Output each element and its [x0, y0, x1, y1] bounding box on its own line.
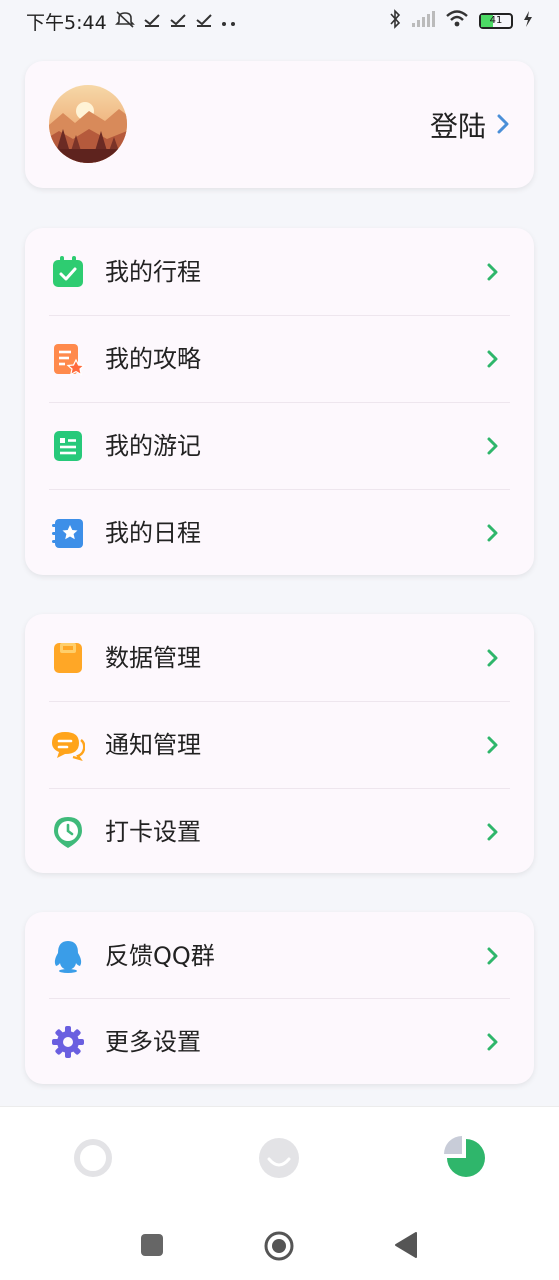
menu-item-label: 我的游记: [105, 432, 201, 460]
menu-item-label: 我的攻略: [105, 345, 201, 373]
notification-icon: [51, 728, 86, 762]
menu-item-label: 通知管理: [105, 731, 201, 759]
guide-star-icon: [51, 342, 86, 376]
chevron-right-icon: [486, 435, 500, 457]
menu-item-label: 打卡设置: [105, 818, 201, 846]
calendar-check-icon: [51, 255, 85, 289]
wifi-icon: [445, 9, 469, 33]
smile-tab-icon[interactable]: [256, 1135, 302, 1181]
battery-level: 41: [489, 15, 503, 26]
menu-item-label: 我的行程: [105, 258, 201, 286]
mute-icon: [114, 10, 135, 32]
battery-icon: 41: [479, 13, 513, 29]
menu-item-notification-management[interactable]: 通知管理: [25, 701, 534, 788]
home-button[interactable]: [263, 1230, 294, 1261]
bluetooth-icon: [389, 8, 401, 34]
chevron-right-icon: [486, 261, 500, 283]
menu-item-label: 更多设置: [105, 1028, 201, 1056]
circle-tab-icon[interactable]: [70, 1135, 116, 1181]
chevron-right-icon: [486, 1031, 500, 1053]
menu-item-feedback-qq[interactable]: 反馈QQ群: [25, 912, 534, 999]
notes-icon: [51, 429, 85, 463]
recents-button[interactable]: [137, 1230, 167, 1260]
schedule-star-icon: [51, 516, 85, 550]
menu-item-data-management[interactable]: 数据管理: [25, 614, 534, 701]
avatar[interactable]: [49, 85, 127, 163]
check-icon: [195, 12, 213, 31]
menu-item-label: 数据管理: [105, 644, 201, 672]
qq-penguin-icon: [51, 939, 85, 973]
menu-item-label: 我的日程: [105, 519, 201, 547]
menu-item-more-settings[interactable]: 更多设置: [25, 998, 534, 1085]
more-icon: [221, 12, 237, 31]
chevron-right-icon: [486, 945, 500, 967]
menu-item-my-schedule[interactable]: 我的日程: [25, 489, 534, 576]
signal-icon: [411, 10, 435, 32]
charging-icon: [523, 10, 533, 32]
clock-pin-icon: [51, 815, 85, 849]
status-time: 下午5:44: [26, 11, 107, 34]
chevron-right-icon: [496, 111, 512, 137]
check-icon: [169, 12, 187, 31]
chevron-right-icon: [486, 348, 500, 370]
status-bar-right: 41: [389, 8, 533, 34]
menu-group-other: 反馈QQ群 更多设置: [25, 912, 534, 1084]
chevron-right-icon: [486, 522, 500, 544]
status-bar: 下午5:44 41: [0, 0, 559, 42]
chevron-right-icon: [486, 734, 500, 756]
bottom-tab-bar: [0, 1106, 559, 1210]
pie-chart-tab-icon[interactable]: [443, 1135, 489, 1181]
data-icon: [51, 641, 85, 675]
check-icon: [143, 12, 161, 31]
chevron-right-icon: [486, 821, 500, 843]
menu-item-my-guides[interactable]: 我的攻略: [25, 315, 534, 402]
menu-group-travel: 我的行程 我的攻略 我的游记 我的日程: [25, 228, 534, 575]
system-navigation-bar: [0, 1210, 559, 1280]
status-bar-left: 下午5:44: [26, 8, 237, 35]
menu-group-management: 数据管理 通知管理 打卡设置: [25, 614, 534, 873]
menu-item-label: 反馈QQ群: [105, 942, 215, 970]
login-link[interactable]: 登陆: [430, 105, 486, 145]
profile-card[interactable]: 登陆: [25, 61, 534, 188]
gear-icon: [51, 1025, 85, 1059]
chevron-right-icon: [486, 647, 500, 669]
back-button[interactable]: [392, 1230, 422, 1260]
menu-item-my-itinerary[interactable]: 我的行程: [25, 228, 534, 315]
menu-item-my-travelogues[interactable]: 我的游记: [25, 402, 534, 489]
menu-item-checkin-settings[interactable]: 打卡设置: [25, 788, 534, 875]
